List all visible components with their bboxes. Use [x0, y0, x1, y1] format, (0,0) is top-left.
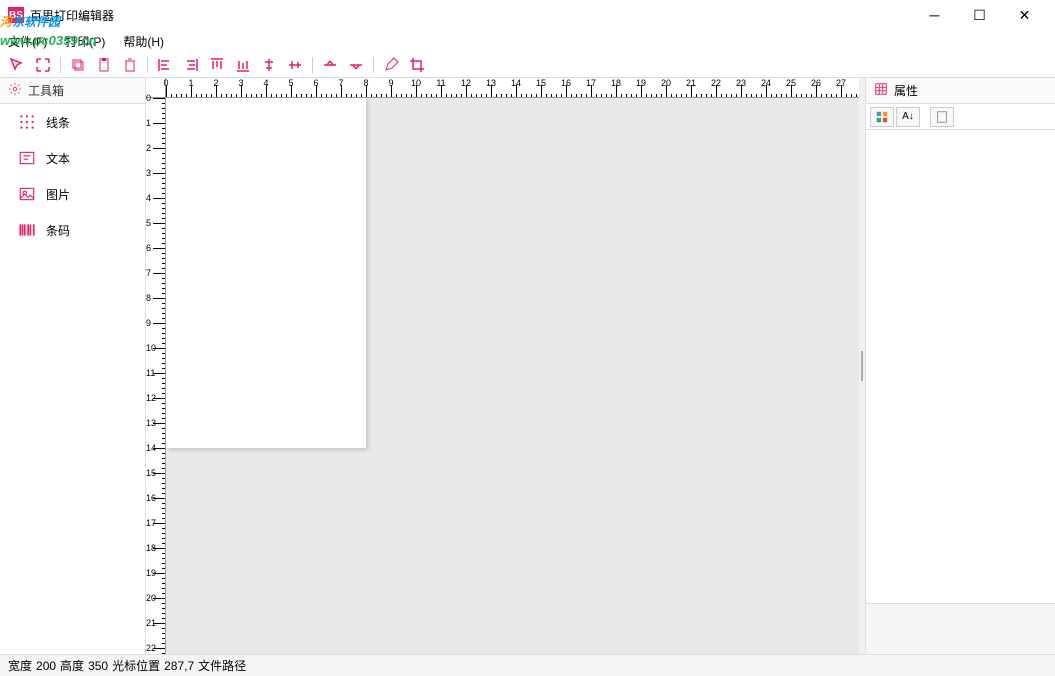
paste-icon[interactable]: [95, 56, 113, 74]
gear-icon: [8, 82, 22, 99]
align-center-v-icon[interactable]: [286, 56, 304, 74]
menu-file[interactable]: 文件(F): [8, 33, 47, 50]
status-width-value: 200: [36, 659, 56, 673]
text-icon: [18, 149, 36, 167]
props-page-icon[interactable]: [930, 107, 954, 127]
toolbox-title: 工具箱: [28, 82, 64, 99]
barcode-icon: [18, 221, 36, 239]
align-top-icon[interactable]: [208, 56, 226, 74]
status-path-label: 文件路径: [198, 657, 246, 674]
properties-toolbar: A↓: [866, 104, 1055, 130]
minimize-button[interactable]: ─: [912, 0, 957, 30]
canvas-viewport[interactable]: [166, 98, 859, 654]
canvas-area: 0123456789101112131415161718192021222324…: [146, 78, 859, 654]
toolbox-panel: 工具箱 线条 文本 图片 条码: [0, 78, 146, 654]
status-height-label: 高度: [60, 657, 84, 674]
tool-label: 线条: [46, 114, 70, 131]
menubar: 文件(F) 打印(P) 帮助(H): [0, 30, 1055, 52]
edit-icon[interactable]: [382, 56, 400, 74]
tool-image[interactable]: 图片: [0, 176, 145, 212]
tool-label: 图片: [46, 186, 70, 203]
menu-help[interactable]: 帮助(H): [123, 33, 164, 50]
page[interactable]: [166, 98, 366, 448]
toolbox-header: 工具箱: [0, 78, 145, 104]
ruler-horizontal[interactable]: 0123456789101112131415161718192021222324…: [166, 78, 859, 98]
align-left-icon[interactable]: [156, 56, 174, 74]
properties-title: 属性: [894, 82, 918, 99]
properties-description: [866, 604, 1055, 654]
status-height-value: 350: [88, 659, 108, 673]
delete-icon[interactable]: [121, 56, 139, 74]
copy-icon[interactable]: [69, 56, 87, 74]
statusbar: 宽度 200 高度 350 光标位置 287,7 文件路径: [0, 654, 1055, 676]
align-bottom-icon[interactable]: [234, 56, 252, 74]
bring-front-icon[interactable]: [321, 56, 339, 74]
image-icon: [18, 185, 36, 203]
align-right-icon[interactable]: [182, 56, 200, 74]
send-back-icon[interactable]: [347, 56, 365, 74]
crop-icon[interactable]: [408, 56, 426, 74]
line-icon: [18, 113, 36, 131]
align-center-h-icon[interactable]: [260, 56, 278, 74]
close-button[interactable]: ✕: [1002, 0, 1047, 30]
maximize-button[interactable]: ☐: [957, 0, 1002, 30]
app-icon: BS: [8, 7, 24, 23]
grid-icon: [874, 82, 888, 99]
splitter-grip-icon: [861, 351, 863, 381]
titlebar: BS 百思打印编辑器 ─ ☐ ✕: [0, 0, 1055, 30]
main-area: 工具箱 线条 文本 图片 条码 0123456: [0, 78, 1055, 654]
menu-print[interactable]: 打印(P): [65, 33, 105, 50]
tool-label: 文本: [46, 150, 70, 167]
tool-text[interactable]: 文本: [0, 140, 145, 176]
tool-label: 条码: [46, 222, 70, 239]
properties-panel: 属性 A↓: [865, 78, 1055, 654]
ruler-vertical[interactable]: 012345678910111213141516171819202122: [146, 98, 166, 654]
tool-barcode[interactable]: 条码: [0, 212, 145, 248]
properties-grid[interactable]: [866, 130, 1055, 604]
select-icon[interactable]: [8, 56, 26, 74]
status-cursor-value: 287,7: [164, 659, 194, 673]
properties-header: 属性: [866, 78, 1055, 104]
status-cursor-label: 光标位置: [112, 657, 160, 674]
window-title: 百思打印编辑器: [30, 7, 912, 24]
fullscreen-icon[interactable]: [34, 56, 52, 74]
toolbar: [0, 52, 1055, 78]
status-width-label: 宽度: [8, 657, 32, 674]
categorize-icon[interactable]: [870, 107, 894, 127]
sort-az-icon[interactable]: A↓: [896, 107, 920, 127]
tool-line[interactable]: 线条: [0, 104, 145, 140]
